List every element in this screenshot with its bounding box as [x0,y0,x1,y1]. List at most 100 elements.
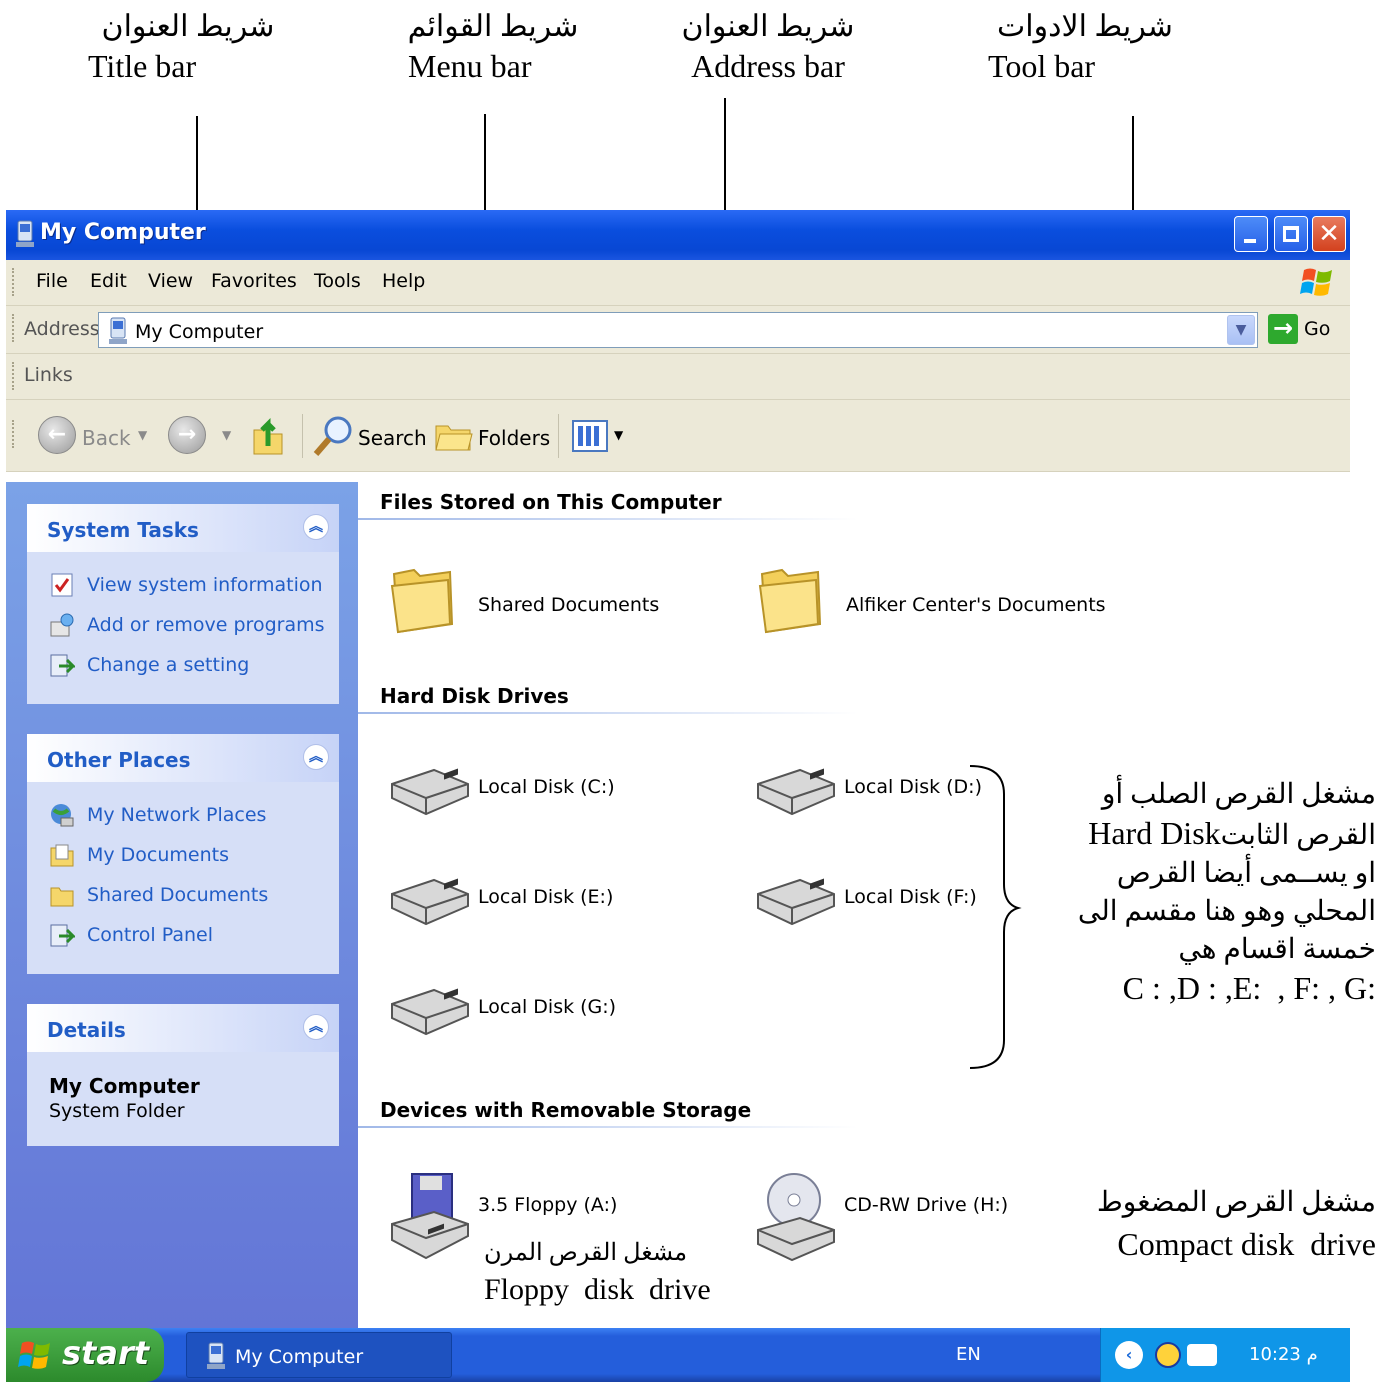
address-dropdown-button[interactable]: ▼ [1227,315,1255,345]
annotation-menu-bar: شريط القوائم Menu bar [398,8,588,86]
hard-disk-note-line2-en: Hard Disk [1080,815,1221,851]
item-label: 3.5 Floppy (A:) [478,1194,618,1216]
language-indicator[interactable]: EN [956,1344,981,1365]
menu-bar: File Edit View Favorites Tools Help [6,260,1350,306]
annotation-address-bar-en: Address bar [691,48,845,84]
address-bar-grip[interactable] [12,314,14,342]
details-header[interactable]: Details ︽ [27,1004,339,1052]
toolbar-separator [302,414,303,458]
taskbar-window-button[interactable]: My Computer [186,1332,452,1378]
item-alfiker-documents[interactable]: Alfiker Center's Documents [756,560,1106,640]
folder-icon [50,887,74,907]
control-panel-icon [50,654,75,677]
control-panel-icon [50,924,75,947]
menu-favorites[interactable]: Favorites [211,270,297,292]
arrow-right-icon: → [1272,314,1294,342]
item-shared-documents[interactable]: Shared Documents [388,560,688,640]
views-button[interactable] [572,420,608,452]
minimize-icon [1244,239,1256,243]
annotation-menu-bar-en: Menu bar [408,48,532,84]
address-input[interactable]: My Computer ▼ [98,312,1258,348]
menu-tools[interactable]: Tools [314,270,361,292]
group-divider [358,712,858,714]
other-places-header[interactable]: Other Places ︽ [27,734,339,782]
other-places-box: Other Places ︽ My Network Places My Docu… [27,734,339,974]
clock[interactable]: 10:23 م [1249,1344,1318,1365]
group-divider [358,518,858,520]
forward-button[interactable]: → [168,416,206,454]
hard-disk-note-line5: خمسة اقسام هي [1178,934,1376,965]
views-dropdown-icon[interactable]: ▼ [614,428,623,442]
hard-disk-icon [757,878,835,926]
tray-expand-button[interactable]: ‹ [1115,1341,1143,1369]
place-label: Control Panel [87,924,213,946]
item-local-disk-e[interactable]: Local Disk (E:) [388,874,668,934]
item-label: CD-RW Drive (H:) [844,1194,1009,1216]
title-bar[interactable]: My Computer ✕ [6,210,1350,260]
details-type: System Folder [49,1100,185,1122]
chevron-left-icon: ‹ [1125,1345,1133,1364]
other-places-title: Other Places [47,748,191,772]
arrow-title-bar [189,116,205,228]
links-bar-grip[interactable] [12,362,14,390]
volume-icon[interactable] [1187,1344,1217,1366]
hard-disk-brace [969,765,1022,1069]
hard-disk-note-line1: مشغل القرص الصلب أو [1101,779,1376,810]
forward-dropdown-icon[interactable]: ▼ [222,428,231,442]
back-label[interactable]: Back [82,426,131,450]
place-label: My Network Places [87,804,267,826]
annotation-tool-bar-en: Tool bar [988,48,1096,84]
collapse-icon[interactable]: ︽ [303,514,329,540]
collapse-icon[interactable]: ︽ [303,744,329,770]
item-local-disk-g[interactable]: Local Disk (G:) [388,984,668,1044]
start-label: start [62,1334,150,1372]
system-tasks-header[interactable]: System Tasks ︽ [27,504,339,552]
collapse-icon[interactable]: ︽ [303,1014,329,1040]
annotation-title-bar-en: Title bar [88,48,197,84]
folders-icon[interactable] [434,418,474,454]
restore-button[interactable] [1274,216,1308,252]
search-icon[interactable] [312,414,354,458]
links-label[interactable]: Links [24,364,73,386]
annotation-hard-disk: مشغل القرص الصلب أو القرص الثابت Hard Di… [1036,776,1376,1007]
annotation-cd-ar: مشغل القرص المضغوط [1096,1187,1376,1218]
details-box: Details ︽ My Computer System Folder [27,1004,339,1146]
go-button[interactable]: → [1268,314,1298,344]
group-header-hard-disks: Hard Disk Drives [380,684,569,708]
item-label: Shared Documents [478,594,660,616]
add-remove-programs-icon [50,613,74,637]
item-cd-rw-h[interactable]: CD-RW Drive (H:) [754,1172,1054,1262]
close-button[interactable]: ✕ [1312,216,1346,252]
toolbar-separator [558,414,559,458]
tool-bar-grip[interactable] [12,420,14,448]
back-button[interactable]: ← [38,416,76,454]
annotation-menu-bar-ar: شريط القوائم [407,10,579,43]
folders-label[interactable]: Folders [478,426,550,450]
explorer-window: My Computer ✕ File Edit View Favorites T… [6,210,1350,1328]
menu-help[interactable]: Help [382,270,425,292]
back-dropdown-icon[interactable]: ▼ [138,428,147,442]
item-local-disk-c[interactable]: Local Disk (C:) [388,764,668,824]
hard-disk-note-line2-ar: القرص الثابت [1220,820,1376,851]
menu-bar-grip[interactable] [12,268,14,296]
annotation-tool-bar-ar: شريط الادوات [997,10,1173,43]
hard-disk-icon [391,878,469,926]
minimize-button[interactable] [1234,216,1268,252]
annotation-cd-en: Compact disk drive [1117,1226,1376,1262]
up-folder-icon[interactable] [250,416,286,456]
place-label: Shared Documents [87,884,269,906]
menu-edit[interactable]: Edit [90,270,127,292]
menu-file[interactable]: File [36,270,68,292]
annotation-address-bar: شريط العنوان Address bar [668,8,868,86]
taskbar-window-label: My Computer [235,1346,364,1368]
address-label: Address [24,318,100,340]
go-label[interactable]: Go [1304,318,1330,340]
task-label: Add or remove programs [87,614,325,636]
item-label: Local Disk (D:) [844,776,982,798]
place-label: My Documents [87,844,230,866]
arrow-left-icon: ← [47,422,67,447]
menu-view[interactable]: View [148,270,193,292]
search-label[interactable]: Search [358,426,427,450]
network-status-icon[interactable] [1155,1342,1181,1368]
start-button[interactable]: start [6,1328,164,1382]
